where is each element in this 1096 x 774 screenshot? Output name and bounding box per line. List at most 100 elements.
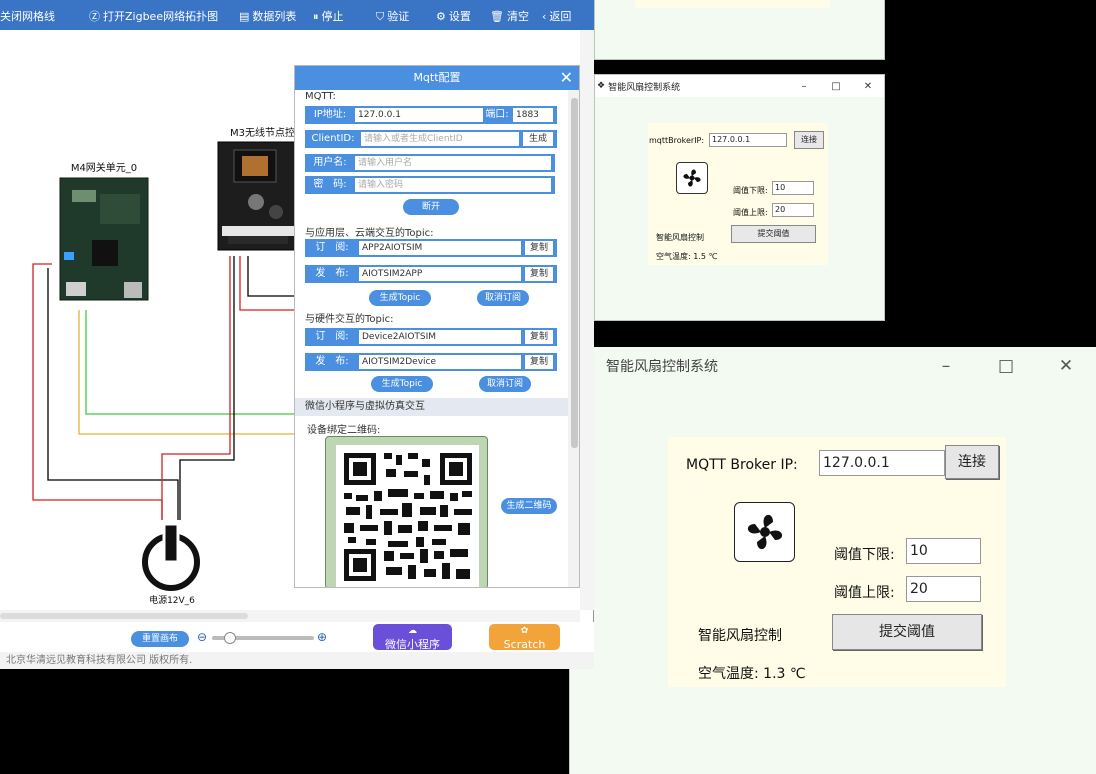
small-fan-control-window[interactable]: ❖ 智能风扇控制系统 – □ ✕ mqttBrokerIP: 127.0.0.1…	[594, 74, 885, 321]
wire-green	[85, 310, 300, 415]
m4-gateway-board[interactable]	[59, 177, 149, 301]
unsubscribe-button[interactable]: 取消订阅	[477, 290, 529, 306]
connect-button[interactable]: 连接	[794, 131, 824, 149]
dialog-scrollbar-thumb[interactable]	[571, 98, 578, 448]
toolbar-verify[interactable]: ⛉ 验证	[376, 8, 409, 24]
disconnect-button[interactable]: 断开	[403, 199, 459, 215]
power-supply-icon[interactable]	[142, 522, 200, 591]
toolbar-data-list[interactable]: ▤ 数据列表	[239, 8, 296, 24]
toolbar-back[interactable]: ‹ 返回	[542, 8, 571, 24]
copy-button[interactable]: 复制	[525, 241, 553, 255]
ip-row: IP地址: 127.0.0.1 端口: 1883	[305, 106, 557, 124]
toolbar: 关闭网格线 Ⓩ 打开Zigbee网络拓扑图 ▤ 数据列表 ⏸ 停止 ⛉ 验证 ⚙ 设置 🗑…	[0, 0, 594, 30]
ip-input[interactable]: 127.0.0.1	[355, 108, 483, 122]
maximize-icon[interactable]: □	[976, 356, 1036, 376]
wire-black-right	[247, 256, 294, 297]
qr-code-image	[344, 453, 472, 581]
mqtt-config-dialog[interactable]: Mqtt配置 ✕ MQTT: IP地址: 127.0.0.1 端口: 1883 …	[294, 65, 580, 588]
toolbar-open-zigbee[interactable]: Ⓩ 打开Zigbee网络拓扑图	[89, 8, 218, 24]
clientid-row: ClientID: 请输入或者生成ClientID 生成	[305, 130, 557, 148]
simulation-canvas[interactable]: M4网关单元_0 M3无线节点控 电源12V_6 Mqtt配置 ✕ MQTT: …	[0, 30, 580, 610]
broker-ip-input[interactable]: 127.0.0.1	[819, 450, 945, 476]
canvas-horizontal-scrollbar[interactable]	[0, 610, 580, 622]
small-window-titlebar[interactable]: ❖ 智能风扇控制系统 – □ ✕	[595, 75, 884, 97]
mqtt-dialog-header: Mqtt配置 ✕	[295, 66, 579, 90]
wire-black-m3	[179, 256, 235, 520]
window-titlebar[interactable]: 智能风扇控制系统 – □ ✕	[570, 347, 1096, 385]
connect-button[interactable]: 连接	[945, 445, 999, 479]
reset-canvas-button[interactable]: 重置画布	[131, 631, 189, 647]
dialog-scrollbar[interactable]	[568, 90, 579, 587]
app-publish-row: 发 布: AIOTSIM2APP 复制	[305, 265, 557, 283]
list-icon: ▤	[239, 10, 250, 23]
hw-publish-input[interactable]: AIOTSIM2Device	[359, 355, 521, 369]
toolbar-close-grid[interactable]: 关闭网格线	[0, 8, 55, 24]
low-threshold-input[interactable]: 10	[772, 181, 814, 195]
port-label: 端口:	[485, 109, 509, 120]
unsubscribe-button[interactable]: 取消订阅	[479, 376, 531, 392]
hw-subscribe-label: 订 阅:	[315, 331, 349, 342]
settings-label: 设置	[448, 10, 471, 23]
minimize-icon[interactable]: –	[916, 356, 976, 376]
copy-button[interactable]: 复制	[525, 330, 553, 344]
canvas-vertical-scrollbar[interactable]	[580, 30, 594, 610]
toolbar-stop[interactable]: ⏸ 停止	[313, 8, 344, 24]
trash-icon: 🗑	[490, 10, 504, 23]
wechat-miniprogram-button[interactable]: ☁ 微信小程序	[373, 624, 452, 651]
background-window-top	[594, 0, 885, 60]
background-panel	[635, 0, 830, 8]
toolbar-clear[interactable]: 🗑 清空	[490, 8, 529, 24]
m3-node-board[interactable]	[217, 141, 299, 251]
toolbar-settings[interactable]: ⚙ 设置	[436, 8, 471, 24]
hw-subscribe-input[interactable]: Device2AIOTSIM	[359, 330, 521, 344]
copy-button[interactable]: 复制	[525, 267, 553, 281]
generate-topic-button[interactable]: 生成Topic	[369, 290, 431, 306]
footer: 北京华清远见教育科技有限公司 版权所有.	[0, 652, 594, 669]
copy-button[interactable]: 复制	[525, 355, 553, 369]
port-input[interactable]: 1883	[513, 108, 553, 122]
fan-control-window[interactable]: 智能风扇控制系统 – □ ✕ MQTT Broker IP: 127.0.0.1…	[569, 347, 1096, 774]
high-threshold-input[interactable]: 20	[772, 203, 814, 217]
scratch-button[interactable]: ✿ Scratch	[489, 624, 560, 651]
submit-threshold-button[interactable]: 提交阈值	[832, 614, 982, 650]
username-input[interactable]: 请输入用户名	[355, 156, 551, 170]
bottom-bar: 重置画布 ⊖ ⊕ ☁ 微信小程序 ✿ Scratch	[0, 622, 594, 652]
password-input[interactable]: 请输入密码	[355, 178, 551, 192]
zoom-out-icon[interactable]: ⊖	[197, 630, 207, 644]
horizontal-scrollbar-thumb[interactable]	[0, 613, 248, 619]
stop-label: 停止	[321, 10, 344, 23]
simulator-window[interactable]: 关闭网格线 Ⓩ 打开Zigbee网络拓扑图 ▤ 数据列表 ⏸ 停止 ⛉ 验证 ⚙ 设置 🗑…	[0, 0, 594, 669]
close-icon[interactable]: ✕	[852, 81, 884, 92]
qr-code-frame	[325, 436, 488, 587]
zoom-in-icon[interactable]: ⊕	[317, 630, 327, 644]
maximize-icon[interactable]: □	[820, 81, 852, 92]
low-threshold-label: 阈值下限:	[733, 186, 768, 195]
high-threshold-input[interactable]: 20	[906, 576, 981, 602]
hw-topic-section-label: 与硬件交互的Topic:	[305, 314, 394, 325]
close-icon[interactable]: ✕	[1036, 356, 1096, 376]
broker-ip-input[interactable]: 127.0.0.1	[709, 133, 787, 147]
app-publish-input[interactable]: AIOTSIM2APP	[359, 267, 521, 281]
qr-code	[336, 445, 479, 587]
ip-label: IP地址:	[313, 109, 347, 120]
minimize-icon[interactable]: –	[788, 81, 820, 92]
broker-ip-label: mqttBrokerIP:	[649, 136, 705, 145]
zoom-slider[interactable]	[212, 632, 314, 644]
wire-yellow	[78, 310, 300, 435]
clear-label: 清空	[506, 10, 529, 23]
clientid-input[interactable]: 请输入或者生成ClientID	[361, 132, 519, 146]
fan-icon	[676, 162, 708, 194]
close-icon[interactable]: ✕	[560, 66, 573, 90]
open-zigbee-label: 打开Zigbee网络拓扑图	[103, 10, 219, 23]
app-subscribe-input[interactable]: APP2AIOTSIM	[359, 241, 521, 255]
low-threshold-input[interactable]: 10	[906, 538, 981, 564]
zoom-slider-knob[interactable]	[224, 632, 236, 644]
submit-threshold-button[interactable]: 提交阈值	[731, 225, 816, 243]
generate-clientid-button[interactable]: 生成	[523, 132, 553, 146]
generate-topic-button[interactable]: 生成Topic	[371, 376, 433, 392]
generate-qr-button[interactable]: 生成二维码	[501, 498, 557, 514]
wechat-label: 微信小程序	[385, 638, 440, 651]
app-publish-label: 发 布:	[315, 268, 349, 279]
control-panel: MQTT Broker IP: 127.0.0.1 连接 阈值下限: 10 阈值…	[668, 437, 1006, 687]
broker-ip-label: MQTT Broker IP:	[686, 457, 798, 473]
